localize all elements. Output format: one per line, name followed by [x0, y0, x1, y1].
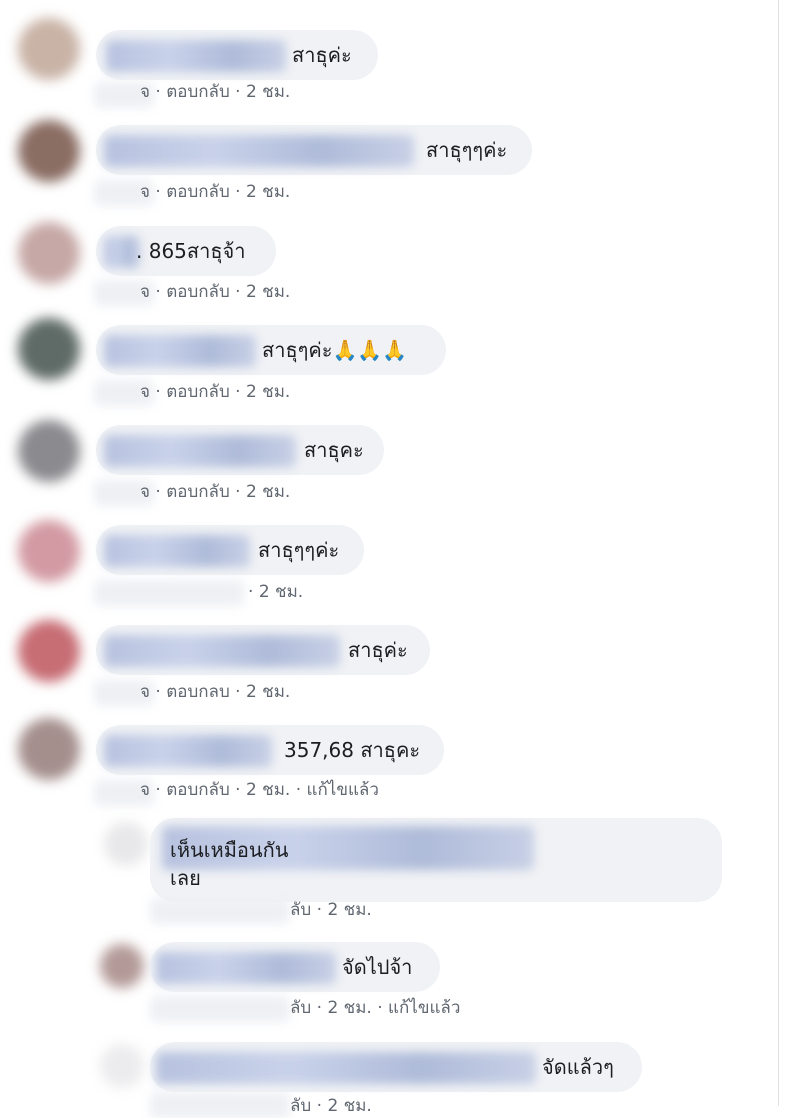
- comment-bubble: สาธุคะ: [96, 425, 384, 475]
- avatar[interactable]: [18, 318, 80, 380]
- reply-link[interactable]: ลับ: [290, 998, 311, 1018]
- comment-bubble: สาธุๆค่ะ🙏🙏🙏: [96, 325, 446, 375]
- timestamp[interactable]: 2 ชม.: [259, 582, 303, 602]
- reply-actions: ลับ · 2 ชม.: [290, 900, 372, 920]
- edited-label: แก้ไขแล้ว: [306, 780, 379, 800]
- reply-actions: ลับ · 2 ชม.: [290, 1096, 372, 1116]
- comment-text: สาธุๆค่ะ🙏🙏🙏: [262, 338, 408, 362]
- comment-actions: · 2 ชม.: [248, 582, 304, 602]
- avatar[interactable]: [100, 1044, 144, 1088]
- blurred-meta: [94, 580, 244, 606]
- comment-text: สาธุๆๆค่ะ: [258, 538, 340, 562]
- like-link[interactable]: จ: [140, 482, 150, 502]
- comment-bubble: สาธุค่ะ: [96, 30, 378, 80]
- comment-text: สาธุๆๆค่ะ: [426, 138, 508, 162]
- timestamp[interactable]: 2 ชม.: [246, 382, 290, 402]
- like-link[interactable]: จ: [140, 82, 150, 102]
- blurred-meta: [150, 996, 290, 1022]
- timestamp[interactable]: 2 ชม.: [327, 900, 371, 920]
- comments-panel: สาธุค่ะ จ · ตอบกลับ · 2 ชม. สาธุๆๆค่ะ จ …: [0, 0, 779, 1118]
- comment-actions: จ · ตอบกลับ · 2 ชม.: [140, 282, 291, 302]
- commenter-name[interactable]: [106, 40, 286, 72]
- commenter-name[interactable]: [156, 1052, 536, 1084]
- comment-bubble: สาธุๆๆค่ะ: [96, 125, 532, 175]
- avatar[interactable]: [18, 620, 80, 682]
- commenter-name[interactable]: [156, 952, 336, 984]
- reply-link[interactable]: ตอบกลับ: [166, 382, 230, 402]
- commenter-name[interactable]: [104, 236, 140, 268]
- comment-actions: จ · ตอบกลับ · 2 ชม.: [140, 482, 291, 502]
- reply-bubble: จัดไปจ้า: [150, 942, 440, 992]
- reply-link[interactable]: ลับ: [290, 900, 311, 920]
- commenter-name[interactable]: [104, 135, 414, 167]
- comment-actions: จ · ตอบกลับ · 2 ชม.: [140, 182, 291, 202]
- avatar[interactable]: [104, 822, 148, 866]
- avatar[interactable]: [18, 718, 80, 780]
- reply-link[interactable]: ลับ: [290, 1096, 311, 1116]
- comment-actions: จ · ตอบกลับ · 2 ชม.: [140, 382, 291, 402]
- avatar[interactable]: [100, 944, 144, 988]
- timestamp[interactable]: 2 ชม.: [246, 82, 290, 102]
- comment-actions: จ · ตอบกลบ · 2 ชม.: [140, 682, 291, 702]
- like-link[interactable]: จ: [140, 382, 150, 402]
- timestamp[interactable]: 2 ชม.: [246, 780, 290, 800]
- timestamp[interactable]: 2 ชม.: [246, 682, 290, 702]
- blurred-meta: [150, 898, 290, 924]
- commenter-name[interactable]: [104, 435, 296, 467]
- blurred-meta: [150, 1092, 290, 1118]
- avatar[interactable]: [18, 520, 80, 582]
- timestamp[interactable]: 2 ชม.: [327, 998, 371, 1018]
- timestamp[interactable]: 2 ชม.: [246, 182, 290, 202]
- reply-link[interactable]: ตอบกลับ: [166, 482, 230, 502]
- comment-text: 357,68 สาธุคะ: [284, 738, 421, 762]
- comment-bubble: 357,68 สาธุคะ: [96, 725, 444, 775]
- timestamp[interactable]: 2 ชม.: [246, 282, 290, 302]
- commenter-name[interactable]: [104, 535, 250, 567]
- comment-bubble: สาธุๆๆค่ะ: [96, 525, 364, 575]
- reply-link[interactable]: ตอบกลับ: [166, 282, 230, 302]
- reply-link[interactable]: ตอบกลับ: [166, 82, 230, 102]
- like-link[interactable]: จ: [140, 780, 150, 800]
- comment-text: สาธุค่ะ: [348, 638, 408, 662]
- comment-text: . 865สาธุจ้า: [136, 239, 246, 263]
- commenter-name[interactable]: [104, 635, 340, 667]
- avatar[interactable]: [18, 420, 80, 482]
- comment-text: สาธุค่ะ: [292, 43, 352, 67]
- reply-bubble: จัดแล้วๆ: [150, 1042, 642, 1092]
- reply-actions: ลับ · 2 ชม. · แก้ไขแล้ว: [290, 998, 461, 1018]
- edited-label: แก้ไขแล้ว: [388, 998, 461, 1018]
- timestamp[interactable]: 2 ชม.: [327, 1096, 371, 1116]
- reply-text: เห็นเหมือนกัน เลย: [170, 838, 289, 890]
- timestamp[interactable]: 2 ชม.: [246, 482, 290, 502]
- reply-text: จัดแล้วๆ: [542, 1055, 614, 1079]
- reply-link[interactable]: ตอบกลบ: [166, 682, 230, 702]
- comment-actions: จ · ตอบกลับ · 2 ชม.: [140, 82, 291, 102]
- reply-link[interactable]: ตอบกลับ: [166, 182, 230, 202]
- comment-bubble: สาธุค่ะ: [96, 625, 430, 675]
- like-link[interactable]: จ: [140, 682, 150, 702]
- comment-text: สาธุคะ: [304, 438, 364, 462]
- commenter-name[interactable]: [104, 335, 256, 367]
- commenter-name[interactable]: [104, 735, 272, 767]
- comment-actions: จ · ตอบกลับ · 2 ชม. · แก้ไขแล้ว: [140, 780, 379, 800]
- avatar[interactable]: [18, 18, 80, 80]
- comment-bubble: . 865สาธุจ้า: [96, 226, 276, 276]
- like-link[interactable]: จ: [140, 182, 150, 202]
- avatar[interactable]: [18, 222, 80, 284]
- reply-bubble: เห็นเหมือนกัน เลย: [150, 818, 722, 902]
- like-link[interactable]: จ: [140, 282, 150, 302]
- avatar[interactable]: [18, 120, 80, 182]
- reply-text: จัดไปจ้า: [342, 955, 413, 979]
- reply-link[interactable]: ตอบกลับ: [166, 780, 230, 800]
